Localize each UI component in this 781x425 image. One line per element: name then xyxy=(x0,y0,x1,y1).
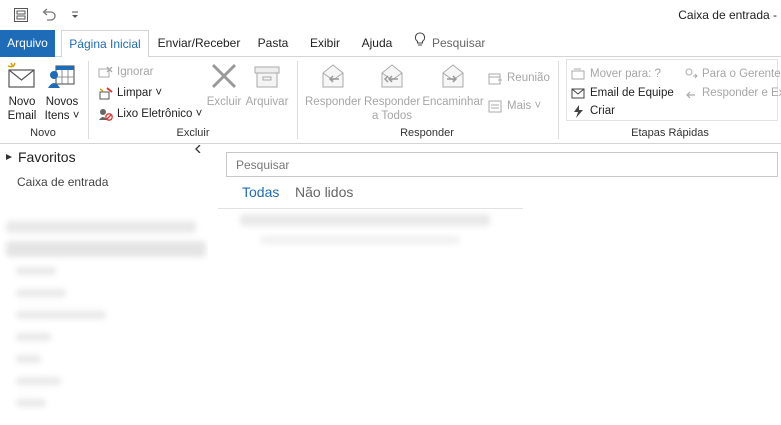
blurred-folder-row xyxy=(16,399,46,407)
encaminhar-label: Encaminhar xyxy=(422,96,484,108)
junk-icon xyxy=(99,108,113,121)
group-label-novo: Novo xyxy=(30,127,56,139)
blurred-folder-row xyxy=(16,377,61,385)
lightbulb-icon xyxy=(414,30,426,57)
folder-pane: Favoritos Caixa de entrada xyxy=(0,145,208,425)
arquivar-button[interactable]: Arquivar xyxy=(245,61,289,109)
ignorar-button[interactable]: Ignorar xyxy=(98,63,153,81)
arquivar-label: Arquivar xyxy=(245,96,289,108)
tell-me-search[interactable]: Pesquisar xyxy=(414,30,504,57)
list-divider xyxy=(218,208,523,209)
ribbon-tabs: Arquivo Página Inicial Enviar/Receber Pa… xyxy=(0,30,781,58)
new-email-icon xyxy=(7,62,35,88)
responder-todos-label: Responder a Todos xyxy=(364,96,421,122)
move-to-icon xyxy=(571,68,585,79)
reuniao-button[interactable]: Reunião xyxy=(488,69,550,87)
mover-para-button[interactable]: Mover para: ? xyxy=(571,65,661,83)
title-bar: Caixa de entrada - xyxy=(0,0,781,30)
folder-caixa-de-entrada[interactable]: Caixa de entrada xyxy=(17,175,108,189)
para-gerente-label: Para o Gerente xyxy=(702,68,781,80)
blurred-account-row xyxy=(6,221,196,233)
mais-label: Mais ˅ xyxy=(507,100,542,112)
group-label-excluir: Excluir xyxy=(176,127,210,139)
blurred-folder-row xyxy=(16,355,41,363)
mais-button[interactable]: Mais ˅ xyxy=(488,97,541,115)
criar-button[interactable]: Criar xyxy=(571,102,615,120)
lixo-eletronico-button[interactable]: Lixo Eletrônico ˅ xyxy=(98,105,202,123)
email-equipe-label: Email de Equipe xyxy=(590,87,674,99)
tell-me-label: Pesquisar xyxy=(432,36,486,50)
new-items-icon xyxy=(48,65,75,88)
blurred-selected-row xyxy=(6,241,206,257)
to-manager-icon xyxy=(685,68,698,78)
encaminhar-button[interactable]: Encaminhar xyxy=(422,61,484,109)
responder-excluir-button[interactable]: Responder e Ex... xyxy=(683,84,781,102)
responder-todos-button[interactable]: Responder a Todos xyxy=(364,61,420,123)
meeting-icon xyxy=(488,73,502,84)
novo-email-button[interactable]: Novo Email xyxy=(4,61,40,123)
search-input[interactable]: Pesquisar xyxy=(226,152,778,177)
responder-excluir-label: Responder e Ex... xyxy=(702,87,781,99)
mover-para-label: Mover para: ? xyxy=(590,68,661,80)
customize-icon[interactable] xyxy=(66,6,84,24)
reuniao-label: Reunião xyxy=(507,72,550,84)
blurred-folder-row xyxy=(16,333,51,341)
reply-delete-icon xyxy=(686,91,695,98)
favorites-header[interactable]: Favoritos xyxy=(6,149,76,165)
tab-arquivo[interactable]: Arquivo xyxy=(0,30,55,57)
favorites-label: Favoritos xyxy=(18,149,76,165)
tab-pasta[interactable]: Pasta xyxy=(252,30,294,57)
tab-exibir[interactable]: Exibir xyxy=(304,30,346,57)
excluir-label: Excluir xyxy=(206,96,242,108)
para-gerente-button[interactable]: Para o Gerente xyxy=(683,65,781,83)
limpar-button[interactable]: Limpar ˅ xyxy=(98,84,162,102)
excluir-button[interactable]: Excluir xyxy=(205,61,243,109)
team-email-icon xyxy=(571,88,585,98)
send-receive-icon[interactable] xyxy=(12,6,30,24)
more-icon xyxy=(488,100,502,112)
blurred-message-row xyxy=(260,236,460,244)
clean-up-icon xyxy=(99,86,113,99)
email-equipe-button[interactable]: Email de Equipe xyxy=(571,84,674,102)
window-title: Caixa de entrada - xyxy=(678,8,777,22)
reply-icon xyxy=(322,64,344,88)
tab-enviar-receber[interactable]: Enviar/Receber xyxy=(155,30,243,57)
limpar-label: Limpar ˅ xyxy=(117,87,163,99)
filter-todas[interactable]: Todas xyxy=(242,184,279,200)
novos-itens-label: Novos Itens ˅ xyxy=(44,96,80,122)
blurred-folder-row xyxy=(16,267,56,275)
responder-button[interactable]: Responder xyxy=(305,61,361,109)
delete-icon xyxy=(211,63,237,89)
ignore-icon xyxy=(98,66,113,77)
group-label-etapas: Etapas Rápidas xyxy=(631,127,709,139)
blurred-folder-row xyxy=(16,289,66,297)
filter-nao-lidos[interactable]: Não lidos xyxy=(295,184,353,200)
ribbon-separator xyxy=(88,61,89,139)
ribbon: Novo Email Novos Itens ˅ Novo Ignorar Li… xyxy=(0,57,781,144)
tab-pagina-inicial[interactable]: Página Inicial xyxy=(61,30,149,58)
collapse-pane-icon[interactable] xyxy=(194,144,202,156)
lightning-icon xyxy=(574,104,583,118)
blurred-folder-row xyxy=(16,311,106,319)
criar-label: Criar xyxy=(590,105,615,117)
blurred-message-header xyxy=(240,214,490,226)
tab-ajuda[interactable]: Ajuda xyxy=(356,30,398,57)
responder-label: Responder xyxy=(305,96,362,108)
ignorar-label: Ignorar xyxy=(117,66,154,78)
reply-all-icon xyxy=(381,64,403,88)
novo-email-label: Novo Email xyxy=(7,96,37,122)
expand-triangle-icon xyxy=(6,154,12,160)
archive-icon xyxy=(254,66,280,88)
undo-icon[interactable] xyxy=(40,6,58,24)
forward-icon xyxy=(442,64,464,88)
group-label-responder: Responder xyxy=(400,127,454,139)
ribbon-separator xyxy=(558,61,559,139)
novos-itens-button[interactable]: Novos Itens ˅ xyxy=(44,61,80,123)
lixo-eletronico-label: Lixo Eletrônico ˅ xyxy=(117,108,203,120)
